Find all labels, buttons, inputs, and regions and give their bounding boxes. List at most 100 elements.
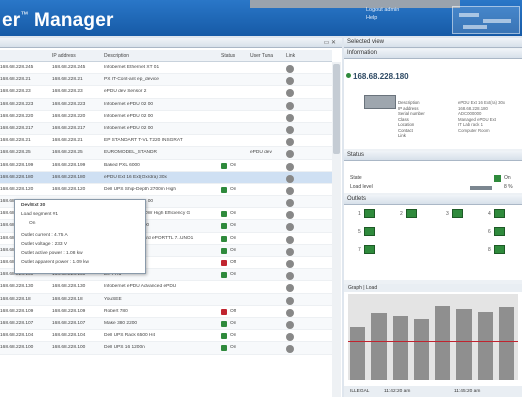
table-row[interactable]: 168.68.228.21 168.68.228.21 PX IT-Cont-ant… — [0, 74, 332, 87]
gear-icon[interactable] — [286, 150, 294, 159]
cell-status: On — [230, 211, 237, 217]
gear-icon[interactable] — [286, 223, 294, 232]
cell-status: On — [230, 162, 237, 168]
property-key: Location — [398, 122, 415, 127]
threshold-line — [348, 341, 518, 342]
cell-name: 168.68.228.120 — [0, 186, 34, 192]
device-list-title: ▭ ✕ — [0, 38, 342, 48]
col-status[interactable]: Status — [221, 53, 235, 59]
gear-icon[interactable] — [286, 333, 294, 342]
gear-icon[interactable] — [286, 211, 294, 220]
table-row[interactable]: 168.68.228.104 168.68.228.104 Dell UPS Rac… — [0, 330, 332, 343]
cell-description: Infobernet Ethernet XT 01 — [104, 65, 160, 70]
cell-name: 168.68.228.25 — [0, 150, 31, 156]
table-row[interactable]: 168.68.228.25 168.68.228.25 EUROMODEL_STAN… — [0, 147, 332, 160]
tooltip-state: On — [29, 221, 36, 226]
gear-icon[interactable] — [286, 162, 294, 171]
gear-icon[interactable] — [286, 247, 294, 256]
gear-icon[interactable] — [286, 308, 294, 317]
table-row[interactable]: 168.68.228.109 168.68.228.109 Robert 780 Of… — [0, 306, 332, 318]
outlets-title[interactable]: Outlets — [344, 195, 522, 205]
help-link[interactable]: Help — [366, 14, 399, 22]
table-row[interactable]: 168.68.228.199 168.68.228.199 Baked PXL 60… — [0, 160, 332, 172]
table-row[interactable]: 168.68.228.220 168.68.228.220 Infobernet e… — [0, 111, 332, 123]
gear-icon[interactable] — [286, 345, 294, 354]
graph-tab-load[interactable]: Load — [366, 285, 377, 291]
cell-ip: 168.68.228.21 — [52, 77, 83, 83]
gear-icon[interactable] — [286, 296, 294, 305]
cell-description: Dell UPS 16 1200n — [104, 345, 145, 351]
gear-icon[interactable] — [286, 272, 294, 281]
property-key: IP address — [398, 105, 419, 111]
cell-ip: 168.68.228.217 — [52, 125, 86, 131]
scrollbar-thumb[interactable] — [333, 64, 340, 154]
table-row[interactable]: 168.68.228.107 168.68.228.107 Make 380 220… — [0, 317, 332, 331]
panel-controls-icon[interactable]: ▭ ✕ — [324, 39, 336, 48]
table-row[interactable]: 168.68.228.180 168.68.228.180 ePDU Ext 16 … — [0, 171, 332, 184]
cell-description: Baked PXL 6000 — [104, 162, 140, 168]
table-row[interactable]: 168.68.228.120 168.68.228.120 Dell UPS Shi… — [0, 184, 332, 197]
status-icon — [221, 308, 227, 315]
outlet-icon[interactable] — [406, 209, 417, 218]
cell-description: Infobernet ePDU Advanced ePDU — [104, 284, 177, 290]
outlet-icon[interactable] — [494, 227, 505, 236]
outlet-icon[interactable] — [494, 245, 505, 254]
col-ip[interactable]: IP address — [52, 53, 76, 59]
cell-description: EP STANDART T-VL T220 INSGRAT — [104, 138, 183, 144]
table-row[interactable]: 168.68.228.130 168.68.228.130 Infobernet e… — [0, 281, 332, 294]
gear-icon[interactable] — [286, 113, 294, 122]
graph-bar — [435, 306, 451, 380]
gear-icon[interactable] — [286, 138, 294, 147]
gear-icon[interactable] — [286, 260, 294, 268]
gear-icon[interactable] — [286, 101, 294, 110]
table-row[interactable]: 168.68.228.217 168.68.228.217 Infobernet e… — [0, 122, 332, 136]
status-icon — [221, 162, 227, 169]
graph-header: Graph | Load — [344, 284, 522, 292]
col-description[interactable]: Description — [104, 53, 129, 59]
outlet-icon[interactable] — [364, 227, 375, 236]
outlet-tooltip: Dev/Ext 30 Load segment #1 On Outlet cur… — [14, 199, 146, 274]
table-row[interactable]: 168.68.228.23 168.68.228.23 ePDU dev Senso… — [0, 86, 332, 99]
cell-name: 168.68.228.18 — [0, 296, 31, 302]
cell-status: On — [230, 333, 237, 339]
gear-icon[interactable] — [286, 235, 294, 244]
graph-title: Graph — [348, 285, 362, 291]
property-value: ADC000000 — [458, 111, 482, 116]
table-row[interactable]: 168.68.228.18 168.68.228.18 YouSEE — [0, 293, 332, 306]
graph-section: Graph | Load — [344, 284, 522, 388]
outlet-icon[interactable] — [494, 209, 505, 218]
cell-ip: 168.68.228.220 — [52, 113, 86, 119]
cell-name: 168.68.228.100 — [0, 345, 34, 351]
table-row[interactable]: 168.68.228.245 168.68.228.245 Infobernet E… — [0, 62, 332, 75]
outlet-icon[interactable] — [364, 245, 375, 254]
gear-icon[interactable] — [286, 174, 294, 183]
table-row[interactable]: 168.68.228.223 168.68.228.223 Infobernet e… — [0, 98, 332, 111]
status-icon — [221, 272, 227, 279]
cell-ip: 168.68.228.223 — [52, 101, 86, 107]
cell-ip: 168.68.228.199 — [52, 162, 86, 168]
footer-time-start: 11:42:20 am — [384, 389, 411, 394]
gear-icon[interactable] — [286, 199, 294, 208]
outlet-icon[interactable] — [452, 209, 463, 218]
graph-bar — [350, 326, 366, 380]
table-row[interactable]: 168.68.228.21 168.68.228.21 EP STANDART T-… — [0, 135, 332, 148]
col-link[interactable]: Link — [286, 53, 295, 59]
gear-icon[interactable] — [286, 320, 294, 329]
cell-name: 168.68.228.21 — [0, 138, 31, 144]
information-title[interactable]: Information — [344, 49, 522, 59]
gear-icon[interactable] — [286, 125, 294, 134]
gear-icon[interactable] — [286, 89, 294, 98]
col-user[interactable]: User Tuna — [250, 53, 273, 59]
gear-icon[interactable] — [286, 77, 294, 86]
gear-icon[interactable] — [286, 65, 294, 73]
outlet-icon[interactable] — [364, 209, 375, 218]
table-row[interactable]: 168.68.228.100 168.68.228.100 Dell UPS 16 … — [0, 342, 332, 355]
status-title[interactable]: Status — [344, 151, 522, 161]
graph-bar — [392, 316, 408, 380]
gear-icon[interactable] — [286, 284, 294, 293]
cell-status: On — [230, 320, 237, 326]
logout-link[interactable]: Logout admin — [366, 6, 399, 14]
list-scrollbar[interactable] — [332, 62, 341, 397]
cell-name: 168.68.228.245 — [0, 65, 34, 70]
gear-icon[interactable] — [286, 186, 294, 195]
